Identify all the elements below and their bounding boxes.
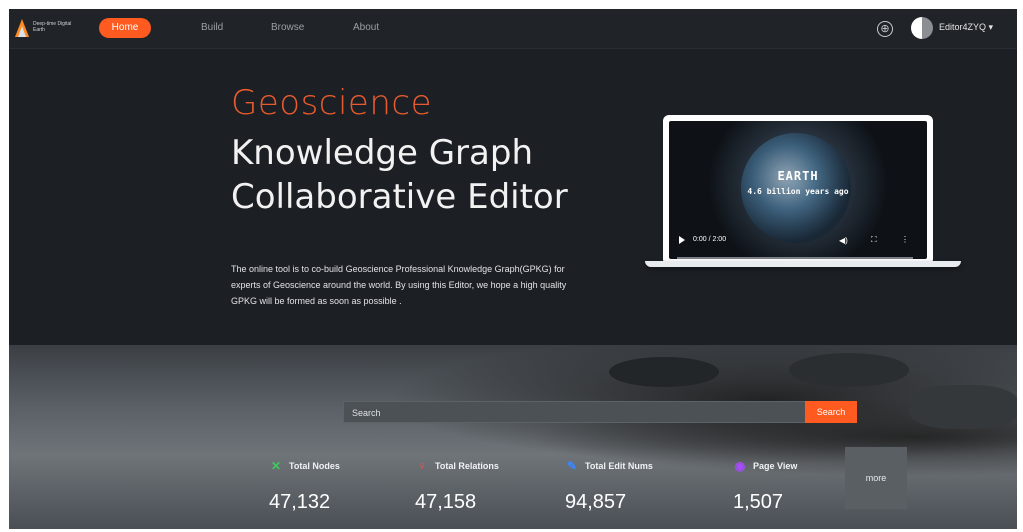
video-time: 0:00 / 2:00	[693, 236, 727, 243]
stat-value: 1,507	[733, 491, 784, 513]
title-line-3: Collaborative Editor	[231, 177, 568, 217]
logo[interactable]: Deep-time Digital Earth	[13, 17, 71, 41]
relations-icon: ♀	[417, 458, 427, 473]
video-controls: 0:00 / 2:00 ◀) ⛶ ⋮	[669, 235, 927, 249]
nav-browse[interactable]: Browse	[271, 22, 304, 33]
video-subtitle: 4.6 billion years ago	[747, 187, 849, 196]
description: The online tool is to co-build Geoscienc…	[231, 264, 567, 306]
search-button[interactable]: Search	[805, 401, 857, 423]
more-options-icon[interactable]: ⋮	[901, 235, 909, 244]
nav-home[interactable]: Home	[99, 18, 151, 38]
logo-icon	[15, 19, 29, 37]
stat-total-nodes: ✕ Total Nodes 47,132	[269, 457, 340, 513]
play-icon[interactable]	[679, 236, 685, 244]
video-player[interactable]: EARTH 4.6 billion years ago 0:00 / 2:00 …	[669, 121, 927, 259]
volume-icon[interactable]: ◀)	[839, 236, 848, 245]
rock	[789, 353, 909, 387]
page-title: Knowledge Graph Collaborative Editor	[231, 131, 568, 219]
stat-value: 47,158	[415, 491, 477, 513]
search-bar	[343, 401, 809, 423]
video-progress-bar[interactable]	[677, 257, 913, 259]
search-input[interactable]	[352, 405, 752, 421]
avatar[interactable]	[911, 17, 933, 39]
laptop-base	[645, 261, 961, 267]
user-menu[interactable]: Editor4ZYQ ▾	[939, 22, 993, 33]
rock	[909, 385, 1017, 429]
laptop-mockup: EARTH 4.6 billion years ago 0:00 / 2:00 …	[645, 115, 961, 273]
stat-label: Total Nodes	[289, 460, 340, 471]
stat-value: 47,132	[269, 491, 331, 513]
logo-text: Deep-time Digital Earth	[33, 21, 72, 33]
hero-section: Geoscience Knowledge Graph Collaborative…	[9, 49, 1017, 345]
title-line-2: Knowledge Graph	[231, 133, 533, 173]
stat-value: 94,857	[565, 491, 627, 513]
stat-label: Total Relations	[435, 460, 499, 471]
edit-icon: ✎	[566, 458, 578, 473]
video-title: EARTH	[777, 169, 819, 183]
stat-total-edit-nums: ✎ Total Edit Nums 94,857	[565, 457, 653, 513]
eye-icon: ◉	[734, 458, 746, 473]
nav-build[interactable]: Build	[201, 22, 223, 33]
fullscreen-icon[interactable]: ⛶	[871, 235, 877, 245]
stat-total-relations: ♀ Total Relations 47,158	[415, 457, 499, 513]
language-icon[interactable]: ⊕	[877, 21, 893, 37]
laptop-screen: EARTH 4.6 billion years ago 0:00 / 2:00 …	[663, 115, 933, 265]
top-navbar: Deep-time Digital Earth Home Build Brows…	[9, 9, 1017, 49]
app-frame: Deep-time Digital Earth Home Build Brows…	[9, 9, 1017, 529]
title-geoscience: Geoscience	[231, 83, 432, 123]
nav-about[interactable]: About	[353, 22, 379, 33]
stat-page-view: ◉ Page View 1,507	[733, 457, 798, 513]
nodes-icon: ✕	[270, 458, 282, 473]
stat-label: Page View	[753, 460, 798, 471]
more-button[interactable]: more	[845, 447, 907, 509]
rock	[609, 357, 719, 387]
stat-label: Total Edit Nums	[585, 460, 653, 471]
